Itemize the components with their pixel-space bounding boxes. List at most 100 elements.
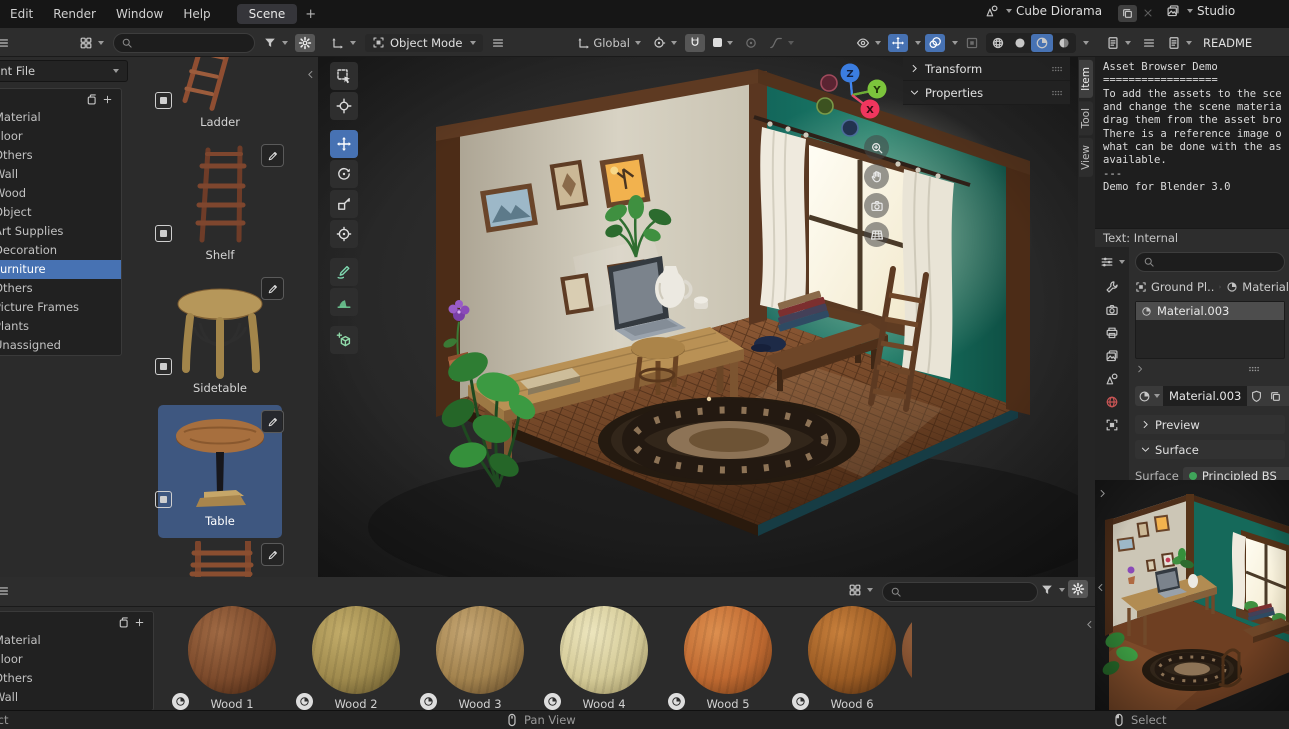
- add-catalog-button[interactable]: [0, 89, 121, 108]
- asset-check-icon[interactable]: [155, 358, 172, 375]
- menu-window[interactable]: Window: [106, 7, 173, 21]
- asset-item-sidetable[interactable]: Sidetable: [122, 275, 318, 406]
- asset-check-icon[interactable]: [155, 491, 172, 508]
- add-cube-tool[interactable]: [330, 326, 358, 354]
- region-collapse-icon[interactable]: [1095, 582, 1106, 593]
- catalog-item[interactable]: Others: [0, 146, 121, 165]
- asset-item-shelf[interactable]: Shelf: [122, 142, 318, 273]
- workspace-tab-scene[interactable]: Scene: [237, 4, 298, 24]
- catalog-item[interactable]: Wood: [0, 184, 121, 203]
- tab-view-layer-icon[interactable]: [1105, 349, 1119, 363]
- catalog-item[interactable]: Material: [0, 631, 153, 650]
- properties-search-input[interactable]: [1135, 252, 1285, 272]
- catalog-item[interactable]: Floor: [0, 650, 153, 669]
- properties-panel-header[interactable]: Properties: [903, 81, 1070, 105]
- pivot-dropdown[interactable]: [649, 34, 680, 52]
- editor-type-icon[interactable]: [0, 584, 10, 598]
- menu-help[interactable]: Help: [173, 7, 220, 21]
- material-item-wood2[interactable]: Wood 2: [294, 606, 418, 710]
- tab-output-icon[interactable]: [1105, 326, 1119, 340]
- orientation-dropdown[interactable]: Global: [574, 34, 644, 52]
- text-datablock-button[interactable]: [1164, 34, 1195, 52]
- material-item-wood6[interactable]: Wood 6: [790, 606, 914, 710]
- panel-grip-icon[interactable]: [1050, 86, 1064, 100]
- material-item-wood4[interactable]: Wood 4: [542, 606, 666, 710]
- visibility-dropdown[interactable]: [853, 34, 884, 52]
- asset-item-ladder[interactable]: Ladder: [122, 57, 318, 140]
- annotate-tool[interactable]: [330, 258, 358, 286]
- navigation-gizmo[interactable]: Z Y X: [816, 60, 894, 142]
- list-resize-grip-icon[interactable]: [1247, 362, 1261, 376]
- new-scene-button[interactable]: [1118, 5, 1137, 22]
- browse-material-button[interactable]: [1135, 386, 1163, 406]
- display-mode-button[interactable]: [845, 581, 876, 599]
- catalog-item-furniture-selected[interactable]: Furniture: [0, 260, 121, 279]
- transform-tool[interactable]: [330, 220, 358, 248]
- unlink-scene-icon[interactable]: [1142, 7, 1154, 19]
- tab-render-icon[interactable]: [1105, 303, 1119, 317]
- catalog-item[interactable]: Picture Frames: [0, 298, 121, 317]
- viewport-menu-icon[interactable]: [491, 36, 505, 50]
- tab-object-icon[interactable]: [1105, 418, 1119, 432]
- scale-tool[interactable]: [330, 190, 358, 218]
- snap-target-dropdown[interactable]: [710, 36, 736, 49]
- asset-check-icon[interactable]: [155, 92, 172, 109]
- select-box-tool[interactable]: [330, 62, 358, 90]
- zoom-button[interactable]: [864, 135, 889, 160]
- menu-render[interactable]: Render: [43, 7, 106, 21]
- material-name-field[interactable]: Material.003: [1163, 386, 1247, 406]
- transform-panel-header[interactable]: Transform: [903, 57, 1070, 81]
- catalog-item[interactable]: Object: [0, 203, 121, 222]
- text-editor[interactable]: Asset Browser Demo ================== To…: [1095, 57, 1289, 228]
- preview-panel-header[interactable]: Preview: [1135, 415, 1285, 434]
- cursor-tool[interactable]: [330, 92, 358, 120]
- viewport-3d[interactable]: Transform Properties Z Y X: [318, 57, 1078, 577]
- preview-viewport[interactable]: [1095, 480, 1289, 710]
- search-input[interactable]: [882, 582, 1038, 602]
- asset-check-icon[interactable]: [155, 225, 172, 242]
- material-slot-selected[interactable]: Material.003: [1136, 302, 1284, 320]
- display-mode-button[interactable]: [76, 34, 107, 52]
- shading-solid-button[interactable]: [1009, 34, 1031, 52]
- catalog-item[interactable]: Decoration: [0, 241, 121, 260]
- tab-world-icon[interactable]: [1105, 395, 1119, 409]
- scene-selector[interactable]: Cube Diorama: [985, 4, 1102, 18]
- surface-panel-header[interactable]: Surface: [1135, 440, 1285, 459]
- fake-user-shield-button[interactable]: [1247, 386, 1266, 406]
- material-item-wood5[interactable]: Wood 5: [666, 606, 790, 710]
- text-editor-type-button[interactable]: [1103, 34, 1134, 52]
- proportional-falloff-dropdown[interactable]: [766, 34, 797, 52]
- properties-editor-type-button[interactable]: [1097, 253, 1128, 271]
- editor-type-icon[interactable]: [0, 36, 10, 50]
- region-collapse-icon[interactable]: [305, 69, 316, 80]
- view-layer-selector[interactable]: Studio: [1166, 4, 1235, 18]
- measure-tool[interactable]: [330, 288, 358, 316]
- edit-asset-icon[interactable]: [261, 543, 284, 566]
- panel-grip-icon[interactable]: [1050, 62, 1064, 76]
- edit-asset-icon[interactable]: [261, 277, 284, 300]
- edit-asset-icon[interactable]: [261, 410, 284, 433]
- catalog-item[interactable]: Others: [0, 279, 121, 298]
- show-gizmo-toggle[interactable]: [888, 34, 908, 52]
- unlink-material-button[interactable]: [1285, 386, 1289, 406]
- pan-hand-button[interactable]: [864, 164, 889, 189]
- camera-view-button[interactable]: [864, 193, 889, 218]
- xray-toggle[interactable]: [962, 34, 982, 52]
- material-item-wood3[interactable]: Wood 3: [418, 606, 542, 710]
- tab-tool-icon[interactable]: [1105, 280, 1119, 294]
- viewport-editor-type-button[interactable]: [328, 34, 359, 52]
- asset-source-dropdown[interactable]: Current File: [0, 60, 128, 82]
- mode-dropdown[interactable]: Object Mode: [365, 34, 483, 52]
- tab-view[interactable]: View: [1079, 138, 1093, 177]
- copy-material-button[interactable]: [1266, 386, 1285, 406]
- breadcrumb-material[interactable]: Material: [1242, 280, 1289, 294]
- tab-tool[interactable]: Tool: [1079, 101, 1093, 135]
- shading-rendered-button[interactable]: [1053, 34, 1075, 52]
- material-item-wood1[interactable]: Wood 1: [170, 606, 294, 710]
- filter-button[interactable]: [260, 34, 291, 52]
- asset-item-table-selected[interactable]: Table: [122, 408, 318, 539]
- catalog-item[interactable]: Floor: [0, 127, 121, 146]
- add-workspace-button[interactable]: +: [305, 7, 316, 22]
- tab-item[interactable]: Item: [1079, 60, 1093, 98]
- settings-gear-button[interactable]: [1068, 580, 1088, 598]
